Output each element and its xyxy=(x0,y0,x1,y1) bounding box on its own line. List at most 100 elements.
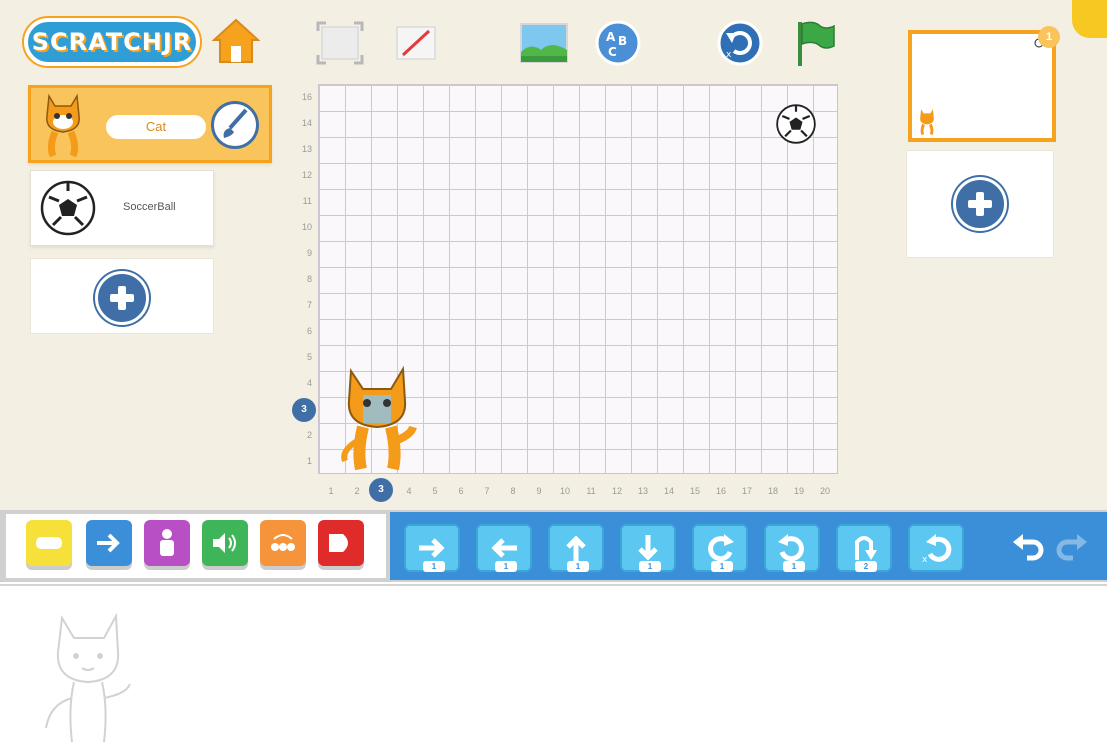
block-count[interactable]: 1 xyxy=(639,561,661,572)
reset-characters-button[interactable]: x xyxy=(714,18,766,68)
sprite-name-label: SoccerBall xyxy=(123,201,176,213)
looks-category-button[interactable] xyxy=(144,520,190,566)
end-category-button[interactable] xyxy=(318,520,364,566)
add-page-card xyxy=(906,150,1054,258)
y-axis-label: 1 xyxy=(306,456,312,466)
x-axis-label: 15 xyxy=(689,486,700,496)
move-down-block[interactable]: 1 xyxy=(620,524,676,572)
sprite-card-cat[interactable]: Cat xyxy=(28,85,272,163)
add-page-button[interactable] xyxy=(953,177,1007,231)
block-count[interactable]: 1 xyxy=(567,561,589,572)
x-axis-label: 1 xyxy=(328,486,334,496)
trigger-block-icon xyxy=(36,537,62,549)
y-axis-label: 9 xyxy=(306,248,312,258)
green-flag-button[interactable] xyxy=(788,18,840,68)
x-axis-label: 12 xyxy=(611,486,622,496)
go-home-block[interactable]: x xyxy=(908,524,964,572)
x-axis-label: 8 xyxy=(510,486,516,496)
x-axis-label: 13 xyxy=(637,486,648,496)
move-left-block[interactable]: 1 xyxy=(476,524,532,572)
fullscreen-icon xyxy=(316,21,364,65)
x-axis-label: 16 xyxy=(715,486,726,496)
paint-editor-button[interactable] xyxy=(211,101,259,149)
motion-category-button[interactable] xyxy=(86,520,132,566)
arrow-down-icon xyxy=(638,535,658,561)
grid-toggle-icon xyxy=(396,26,436,60)
y-axis-label: 6 xyxy=(306,326,312,336)
sprite-card-soccerball[interactable]: SoccerBall xyxy=(30,170,214,246)
y-axis-label: 13 xyxy=(301,144,312,154)
svg-text:x: x xyxy=(922,555,928,564)
rotate-left-icon xyxy=(778,534,804,562)
stage-grid[interactable] xyxy=(318,84,838,474)
x-axis-label: 17 xyxy=(741,486,752,496)
y-axis-label: 10 xyxy=(301,222,312,232)
add-text-button[interactable]: A B C xyxy=(592,18,644,68)
svg-text:C: C xyxy=(608,45,617,59)
grid-toggle-button[interactable] xyxy=(390,18,442,68)
y-axis-label: 11 xyxy=(302,196,312,206)
y-axis-label: 14 xyxy=(301,118,312,128)
redo-button[interactable] xyxy=(1054,530,1090,564)
plus-icon xyxy=(968,192,992,216)
undo-button[interactable] xyxy=(1010,530,1046,564)
y-axis-label: 16 xyxy=(301,92,312,102)
redo-icon xyxy=(1056,534,1087,561)
add-sprite-button[interactable] xyxy=(95,271,149,325)
script-area[interactable] xyxy=(0,584,1107,753)
scratchjr-logo[interactable]: SCRATCHJR xyxy=(24,18,200,66)
change-background-button[interactable] xyxy=(518,18,570,68)
x-axis-label: 20 xyxy=(819,486,830,496)
x-axis-label: 4 xyxy=(406,486,412,496)
y-axis-label: 7 xyxy=(306,300,312,310)
page-thumbnail-1[interactable] xyxy=(908,30,1056,142)
control-icon xyxy=(271,534,295,551)
x-axis-label: 11 xyxy=(586,486,596,496)
speaker-icon xyxy=(213,533,236,553)
fullscreen-button[interactable] xyxy=(314,18,366,68)
go-home-icon: x xyxy=(922,534,952,564)
category-selector xyxy=(6,514,386,578)
block-count[interactable]: 1 xyxy=(423,561,445,572)
x-axis-label: 6 xyxy=(458,486,464,496)
move-up-block[interactable]: 1 xyxy=(548,524,604,572)
triggering-category-button[interactable] xyxy=(26,520,72,566)
plus-icon xyxy=(110,286,134,310)
green-flag-icon xyxy=(798,21,835,66)
sprite-name-label[interactable]: Cat xyxy=(106,115,206,139)
turn-left-block[interactable]: 1 xyxy=(764,524,820,572)
project-info-tab[interactable] xyxy=(1072,0,1107,38)
add-text-icon: A B C xyxy=(595,20,641,66)
arrow-right-icon xyxy=(97,533,120,553)
x-axis-label: 10 xyxy=(559,486,570,496)
sound-category-button[interactable] xyxy=(202,520,248,566)
block-count[interactable]: 1 xyxy=(783,561,805,572)
page-cat-thumbnail-icon xyxy=(920,109,934,136)
x-axis-label: 2 xyxy=(354,486,360,496)
blocks-palette: 1 1 1 1 1 1 2 x xyxy=(0,510,1107,582)
block-count[interactable]: 2 xyxy=(855,561,877,572)
turn-right-block[interactable]: 1 xyxy=(692,524,748,572)
y-axis-label: 12 xyxy=(301,170,312,180)
hop-block[interactable]: 2 xyxy=(836,524,892,572)
control-category-button[interactable] xyxy=(260,520,306,566)
y-axis-label: 5 xyxy=(306,352,312,362)
arrow-up-icon xyxy=(566,535,586,561)
cat-outline-watermark-icon xyxy=(45,612,131,743)
block-count[interactable]: 1 xyxy=(495,561,517,572)
y-axis-label: 8 xyxy=(306,274,312,284)
x-axis-label: 18 xyxy=(767,486,778,496)
y-axis-label: 2 xyxy=(306,430,312,440)
paintbrush-icon xyxy=(223,108,248,138)
soccer-ball-sprite[interactable] xyxy=(775,103,817,145)
editor-top-area: SCRATCHJR A B C x Cat SoccerBall 16 14 1… xyxy=(0,0,1107,510)
block-count[interactable]: 1 xyxy=(711,561,733,572)
x-axis-label: 9 xyxy=(536,486,542,496)
move-right-block[interactable]: 1 xyxy=(404,524,460,572)
cat-sprite[interactable] xyxy=(335,361,421,473)
add-sprite-card xyxy=(30,258,214,334)
home-button[interactable] xyxy=(211,16,261,66)
cat-sprite-thumbnail-icon xyxy=(46,93,80,158)
svg-text:x: x xyxy=(726,50,732,60)
y-axis-label: 4 xyxy=(306,378,312,388)
